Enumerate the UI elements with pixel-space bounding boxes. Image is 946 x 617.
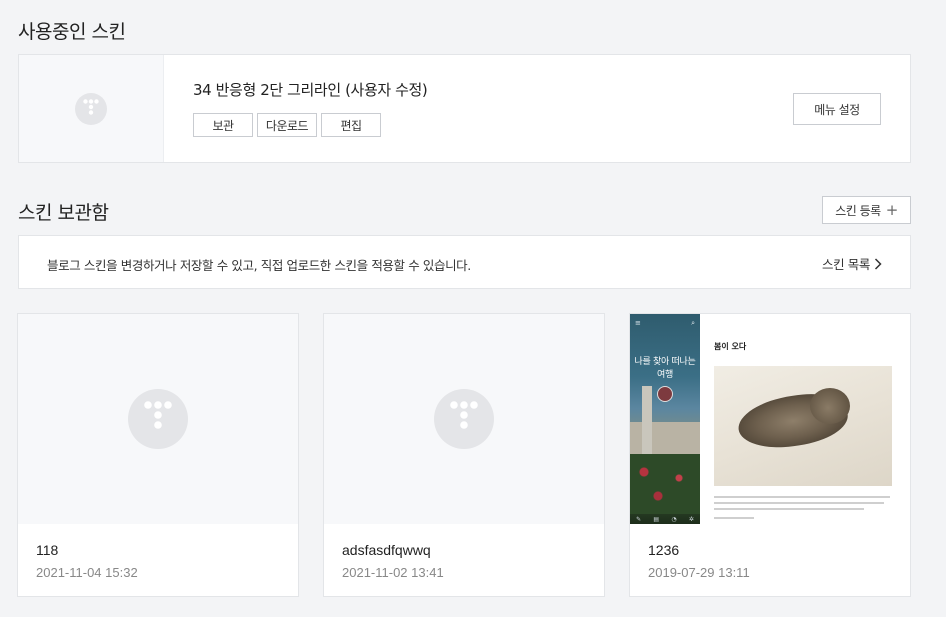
skin-list-link[interactable]: 스킨 목록 bbox=[822, 254, 882, 273]
preview-text-line bbox=[714, 496, 890, 498]
skin-date: 2021-11-04 15:32 bbox=[36, 565, 138, 580]
doc-icon: ▤ bbox=[653, 515, 660, 523]
search-icon: ⌕ bbox=[691, 319, 695, 327]
chevron-right-icon bbox=[874, 257, 882, 270]
skin-list-label: 스킨 목록 bbox=[822, 257, 870, 272]
preview-garden bbox=[630, 454, 700, 514]
pencil-icon: ✎ bbox=[636, 515, 642, 523]
current-skin-name: 34 반응형 2단 그리라인 (사용자 수정) bbox=[193, 81, 428, 99]
skin-card[interactable]: adsfasdfqwwq 2021-11-02 13:41 bbox=[323, 313, 605, 597]
preview-post-title: 봄이 오다 bbox=[714, 342, 747, 351]
archive-button[interactable]: 보관 bbox=[193, 113, 253, 137]
skin-preview-image: ≡ ⌕ 나를 찾아 떠나는 여행 ✎ ▤ ◔ ✲ 봄이 오다 bbox=[630, 314, 910, 524]
current-skin-thumbnail bbox=[19, 55, 164, 162]
skin-date: 2021-11-02 13:41 bbox=[342, 565, 444, 580]
gear-icon: ✲ bbox=[688, 515, 694, 523]
info-text: 블로그 스킨을 변경하거나 저장할 수 있고, 직접 업로드한 스킨을 적용할 … bbox=[47, 258, 471, 273]
register-skin-label: 스킨 등록 bbox=[835, 203, 881, 218]
download-button[interactable]: 다운로드 bbox=[257, 113, 317, 137]
cat-head bbox=[810, 388, 850, 424]
preview-text-line bbox=[714, 508, 864, 510]
avatar bbox=[657, 386, 673, 402]
register-skin-button[interactable]: 스킨 등록 + bbox=[822, 196, 911, 224]
skin-storage-heading: 스킨 보관함 bbox=[18, 202, 109, 224]
skin-name: 1236 bbox=[648, 542, 680, 558]
menu-icon: ≡ bbox=[635, 319, 641, 327]
preview-cat-photo bbox=[714, 366, 892, 486]
preview-blog-title: 나를 찾아 떠나는 여행 bbox=[634, 357, 696, 380]
edit-button[interactable]: 편집 bbox=[321, 113, 381, 137]
tistory-logo-icon bbox=[128, 389, 188, 449]
tistory-logo-icon bbox=[75, 92, 107, 125]
skin-date: 2019-07-29 13:11 bbox=[648, 565, 750, 580]
skin-name: adsfasdfqwwq bbox=[342, 542, 431, 558]
preview-text-line bbox=[714, 502, 884, 504]
preview-content: 봄이 오다 bbox=[706, 314, 906, 524]
preview-bottom-bar: ✎ ▤ ◔ ✲ bbox=[630, 514, 700, 524]
menu-settings-button[interactable]: 메뉴 설정 bbox=[793, 93, 881, 125]
skin-preview-thumbnail: ≡ ⌕ 나를 찾아 떠나는 여행 ✎ ▤ ◔ ✲ 봄이 오다 bbox=[630, 314, 910, 524]
current-skin-heading: 사용중인 스킨 bbox=[18, 21, 126, 43]
skin-card[interactable]: 118 2021-11-04 15:32 bbox=[17, 313, 299, 597]
info-bar: 블로그 스킨을 변경하거나 저장할 수 있고, 직접 업로드한 스킨을 적용할 … bbox=[18, 235, 911, 289]
preview-text-line bbox=[714, 517, 754, 519]
tistory-logo-icon bbox=[434, 389, 494, 449]
plus-icon: + bbox=[885, 200, 899, 219]
skin-thumbnail bbox=[18, 314, 298, 524]
skin-card[interactable]: ≡ ⌕ 나를 찾아 떠나는 여행 ✎ ▤ ◔ ✲ 봄이 오다 1236 2019… bbox=[629, 313, 911, 597]
preview-sidebar: ≡ ⌕ 나를 찾아 떠나는 여행 ✎ ▤ ◔ ✲ bbox=[630, 314, 700, 524]
current-skin-card: 34 반응형 2단 그리라인 (사용자 수정) 보관 다운로드 편집 메뉴 설정 bbox=[18, 54, 911, 163]
skin-thumbnail bbox=[324, 314, 604, 524]
skin-name: 118 bbox=[36, 542, 59, 558]
rss-icon: ◔ bbox=[671, 515, 677, 523]
